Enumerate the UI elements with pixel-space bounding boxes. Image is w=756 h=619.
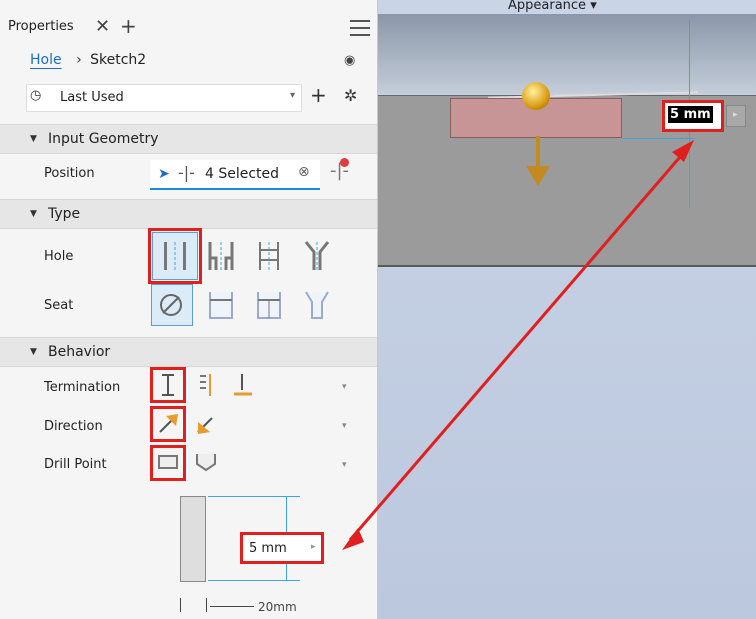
breadcrumb: Hole › Sketch2 xyxy=(30,52,146,68)
gear-icon[interactable]: ✲ xyxy=(344,86,357,105)
direction-arrow-head xyxy=(526,166,550,186)
section-title: Type xyxy=(48,206,81,222)
flat-drill-point-icon[interactable] xyxy=(156,452,182,484)
direction-arrow-icon[interactable] xyxy=(536,136,540,170)
dimension-line xyxy=(622,138,692,139)
chevron-down-icon[interactable]: ▾ xyxy=(342,421,347,431)
hole-preview-diagram xyxy=(180,496,206,582)
preview-depth-field[interactable]: 5 mm ▸ xyxy=(240,532,324,564)
dimension-line xyxy=(208,580,300,581)
collapse-arrow-icon: ▼ xyxy=(30,134,37,144)
chevron-right-icon: ▸ xyxy=(311,542,316,552)
properties-panel: Properties ✕ + Hole › Sketch2 ◉ ◷ Last U… xyxy=(0,0,378,619)
drill-point-label: Drill Point xyxy=(44,457,107,472)
dimension-line xyxy=(210,606,254,607)
seat-counterbore-icon[interactable] xyxy=(208,290,234,322)
hole-center-handle[interactable] xyxy=(522,82,550,110)
position-label: Position xyxy=(44,166,95,181)
dimension-tick xyxy=(206,598,207,612)
chevron-down-icon[interactable]: ▾ xyxy=(342,460,347,470)
collapse-arrow-icon: ▼ xyxy=(30,347,37,357)
viewport-background xyxy=(378,14,756,94)
section-behavior[interactable]: ▼ Behavior xyxy=(0,337,377,367)
section-input-geometry[interactable]: ▼ Input Geometry xyxy=(0,124,377,154)
chevron-down-icon[interactable]: ▾ xyxy=(342,382,347,392)
default-direction-icon[interactable] xyxy=(156,410,182,442)
point-cross-icon: -|- xyxy=(178,163,195,182)
breadcrumb-hole-link[interactable]: Hole xyxy=(30,52,62,68)
add-preset-button[interactable]: + xyxy=(310,83,327,107)
countersink-icon[interactable] xyxy=(304,240,330,272)
section-title: Behavior xyxy=(48,344,111,360)
clear-selection-icon[interactable]: ⊗ xyxy=(298,164,310,180)
tab-properties[interactable]: Properties xyxy=(8,19,74,34)
chevron-right-icon[interactable]: ▸ xyxy=(726,105,746,127)
close-icon[interactable]: ✕ xyxy=(95,16,110,37)
clock-icon: ◷ xyxy=(30,88,42,103)
chevron-right-icon: › xyxy=(76,52,82,68)
direction-label: Direction xyxy=(44,419,103,434)
to-termination-icon[interactable] xyxy=(232,372,258,404)
hole-label: Hole xyxy=(44,249,74,264)
breadcrumb-sketch: Sketch2 xyxy=(90,52,147,68)
viewport-depth-field[interactable]: 5 mm xyxy=(662,100,724,132)
seat-label: Seat xyxy=(44,298,74,313)
distance-termination-icon[interactable] xyxy=(158,372,184,404)
no-seat-icon[interactable] xyxy=(158,290,184,322)
3d-viewport[interactable]: Appearance ▾ 5 mm ▸ xyxy=(378,0,756,619)
menu-icon[interactable] xyxy=(350,20,370,36)
preset-value: Last Used xyxy=(60,90,124,105)
appearance-dropdown[interactable]: Appearance ▾ xyxy=(508,0,597,13)
eye-icon[interactable]: ◉ xyxy=(344,53,355,68)
position-selection-count: 4 Selected xyxy=(205,166,280,182)
preview-diameter-label[interactable]: 20mm xyxy=(258,600,297,614)
tab-bar: Properties ✕ + xyxy=(0,14,377,44)
dimension-tick xyxy=(180,598,181,612)
section-title: Input Geometry xyxy=(48,131,159,147)
through-all-icon[interactable] xyxy=(196,372,222,404)
seat-countersink-icon[interactable] xyxy=(304,290,330,322)
add-tab-icon[interactable]: + xyxy=(120,14,137,38)
viewport-depth-value: 5 mm xyxy=(668,106,713,123)
termination-label: Termination xyxy=(44,380,121,395)
angle-drill-point-icon[interactable] xyxy=(194,452,220,484)
counterbore-icon[interactable] xyxy=(208,240,234,272)
add-point-icon[interactable]: -|- xyxy=(330,158,349,181)
collapse-arrow-icon: ▼ xyxy=(30,209,37,219)
section-type[interactable]: ▼ Type xyxy=(0,199,377,229)
appearance-label: Appearance xyxy=(508,0,587,13)
spotface-icon[interactable] xyxy=(256,240,282,272)
flip-direction-icon[interactable] xyxy=(194,410,220,442)
preview-depth-value: 5 mm xyxy=(249,541,287,556)
seat-spotface-icon[interactable] xyxy=(256,290,282,322)
select-cursor-icon: ➤ xyxy=(158,166,170,182)
simple-hole-icon[interactable] xyxy=(162,240,188,272)
chevron-down-icon[interactable]: ▾ xyxy=(290,90,295,101)
